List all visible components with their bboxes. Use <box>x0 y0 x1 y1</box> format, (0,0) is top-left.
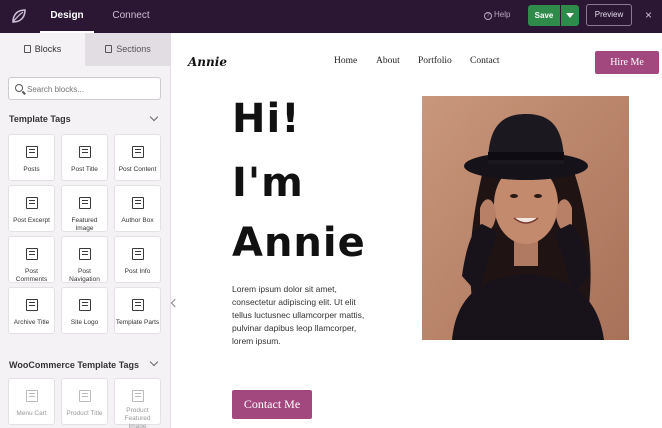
post-content-icon <box>132 146 144 158</box>
block-post-title[interactable]: Post Title <box>61 134 108 181</box>
block-product-title[interactable]: Product Title <box>61 378 108 425</box>
menu-about[interactable]: About <box>376 56 400 66</box>
block-label: Site Logo <box>70 319 99 326</box>
block-label: Posts <box>23 166 40 173</box>
block-label: Post Info <box>124 268 151 275</box>
block-site-logo[interactable]: Site Logo <box>61 287 108 334</box>
block-label: Post Content <box>118 166 157 173</box>
block-product-featured-image[interactable]: Product Featured Image <box>114 378 161 428</box>
block-featured-image[interactable]: Featured Image <box>61 185 108 232</box>
site-brand[interactable]: Annie <box>188 55 227 69</box>
block-template-parts[interactable]: Template Parts <box>114 287 161 334</box>
close-icon[interactable]: × <box>645 8 652 22</box>
post-title-icon <box>79 146 91 158</box>
block-author-box[interactable]: Author Box <box>114 185 161 232</box>
menu-cart-icon <box>26 390 38 402</box>
block-post-comments[interactable]: Post Comments <box>8 236 55 283</box>
block-label: Post Title <box>71 166 98 173</box>
group-title-woocommerce[interactable]: WooCommerce Template Tags <box>9 360 139 370</box>
help-link[interactable]: ? Help <box>484 10 510 20</box>
block-post-info[interactable]: Post Info <box>114 236 161 283</box>
block-label: Product Featured Image <box>124 407 151 428</box>
save-options-dropdown[interactable] <box>561 5 579 26</box>
block-search[interactable] <box>8 77 161 100</box>
block-post-content[interactable]: Post Content <box>114 134 161 181</box>
template-parts-icon <box>132 299 144 311</box>
posts-icon <box>26 146 38 158</box>
tab-design[interactable]: Design <box>40 0 94 33</box>
block-label: Template Parts <box>115 319 160 326</box>
featured-image-icon <box>79 197 91 209</box>
block-label: Post Comments <box>15 268 48 283</box>
menu-portfolio[interactable]: Portfolio <box>418 56 452 66</box>
contact-me-button[interactable]: Contact Me <box>232 390 312 419</box>
block-label: Archive Title <box>13 319 50 326</box>
block-menu-cart[interactable]: Menu Cart <box>8 378 55 425</box>
page-canvas: Annie Home About Portfolio Contact Hire … <box>182 33 662 428</box>
block-label: Featured Image <box>71 217 98 232</box>
block-label: Product Title <box>66 410 103 417</box>
preview-button[interactable]: Preview <box>586 4 632 26</box>
menu-home[interactable]: Home <box>334 56 357 66</box>
portrait-illustration <box>422 96 629 340</box>
block-label: Author Box <box>121 217 154 224</box>
group-title-template-tags[interactable]: Template Tags <box>9 114 71 124</box>
block-post-excerpt[interactable]: Post Excerpt <box>8 185 55 232</box>
block-label: Post Navigation <box>69 268 100 283</box>
search-input[interactable] <box>27 81 157 97</box>
hero-heading-line-3: Annie <box>232 220 366 266</box>
hero-heading-line-1: Hi! <box>232 96 301 142</box>
post-excerpt-icon <box>26 197 38 209</box>
tab-blocks-label: Blocks <box>34 44 62 54</box>
blocks-icon <box>23 45 31 53</box>
product-title-icon <box>79 390 91 402</box>
menu-contact[interactable]: Contact <box>470 56 500 66</box>
post-comments-icon <box>26 248 38 260</box>
sidebar: Blocks Sections Template Tags Posts Post… <box>0 33 171 428</box>
save-button[interactable]: Save <box>528 5 560 26</box>
search-icon <box>15 84 23 92</box>
post-navigation-icon <box>79 248 91 260</box>
portrait-photo <box>422 96 629 340</box>
tab-connect[interactable]: Connect <box>102 0 160 33</box>
block-archive-title[interactable]: Archive Title <box>8 287 55 334</box>
tab-sections-label: Sections <box>116 44 151 54</box>
block-label: Post Excerpt <box>13 217 50 224</box>
block-label: Menu Cart <box>16 410 47 417</box>
block-posts[interactable]: Posts <box>8 134 55 181</box>
block-post-navigation[interactable]: Post Navigation <box>61 236 108 283</box>
tab-blocks[interactable]: Blocks <box>0 33 85 66</box>
seedprod-logo-icon <box>12 9 26 23</box>
hire-me-button[interactable]: Hire Me <box>595 51 659 74</box>
help-icon: ? <box>484 12 492 20</box>
hero-heading-line-2: I'm <box>232 160 304 206</box>
top-bar: Design Connect ? Help Save Preview × <box>0 0 662 33</box>
sections-icon <box>105 45 113 53</box>
site-logo-icon <box>79 299 91 311</box>
tab-sections[interactable]: Sections <box>85 33 170 66</box>
help-label: Help <box>494 10 511 19</box>
collapse-sidebar-icon[interactable] <box>170 298 180 308</box>
product-featured-image-icon <box>132 390 144 402</box>
author-box-icon <box>132 197 144 209</box>
archive-title-icon <box>26 299 38 311</box>
post-info-icon <box>132 248 144 260</box>
chevron-down-icon[interactable] <box>149 112 159 122</box>
chevron-down-icon[interactable] <box>149 357 159 367</box>
hero-body-text: Lorem ipsum dolor sit amet, consectetur … <box>232 284 365 346</box>
